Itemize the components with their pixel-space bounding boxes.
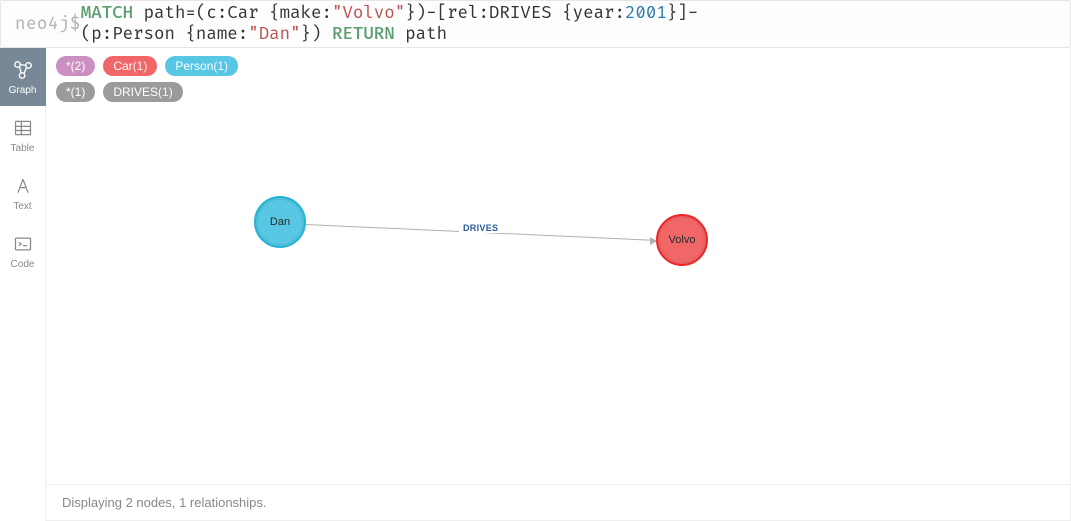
prompt-label: neo4j$ <box>15 14 81 35</box>
sidebar-item-table[interactable]: Table <box>0 106 46 164</box>
view-sidebar: Graph Table Text <box>0 48 46 521</box>
legend-bar: *(2) Car(1) Person(1) *(1) DRIVES(1) <box>46 48 1070 106</box>
main-area: Graph Table Text <box>0 48 1071 521</box>
sidebar-item-text[interactable]: Text <box>0 164 46 222</box>
sidebar-label: Code <box>11 259 35 270</box>
code-icon <box>12 233 34 255</box>
table-icon <box>12 117 34 139</box>
query-text: MATCH path=(c:Car {make:"Volvo"})-[rel:D… <box>81 3 1056 45</box>
sidebar-label: Table <box>11 143 35 154</box>
query-bar[interactable]: neo4j$ MATCH path=(c:Car {make:"Volvo"})… <box>0 0 1071 48</box>
legend-pill-person[interactable]: Person(1) <box>165 56 238 76</box>
sidebar-label: Text <box>13 201 31 212</box>
graph-node-dan[interactable]: Dan <box>254 196 306 248</box>
text-icon <box>12 175 34 197</box>
sidebar-label: Graph <box>9 85 37 96</box>
legend-pill-all-rels[interactable]: *(1) <box>56 82 95 102</box>
rel-legend-row: *(1) DRIVES(1) <box>56 82 1060 102</box>
graph-icon <box>12 59 34 81</box>
graph-node-volvo[interactable]: Volvo <box>656 214 708 266</box>
legend-pill-drives[interactable]: DRIVES(1) <box>103 82 182 102</box>
edge-label-drives[interactable]: DRIVES <box>459 223 502 233</box>
node-legend-row: *(2) Car(1) Person(1) <box>56 56 1060 76</box>
sidebar-item-code[interactable]: Code <box>0 222 46 280</box>
status-footer: Displaying 2 nodes, 1 relationships. <box>46 484 1070 520</box>
legend-pill-all-nodes[interactable]: *(2) <box>56 56 95 76</box>
sidebar-item-graph[interactable]: Graph <box>0 48 46 106</box>
content-panel: *(2) Car(1) Person(1) *(1) DRIVES(1) DRI… <box>46 48 1071 521</box>
legend-pill-car[interactable]: Car(1) <box>103 56 157 76</box>
graph-canvas[interactable]: DRIVES Dan Volvo <box>46 106 1070 484</box>
